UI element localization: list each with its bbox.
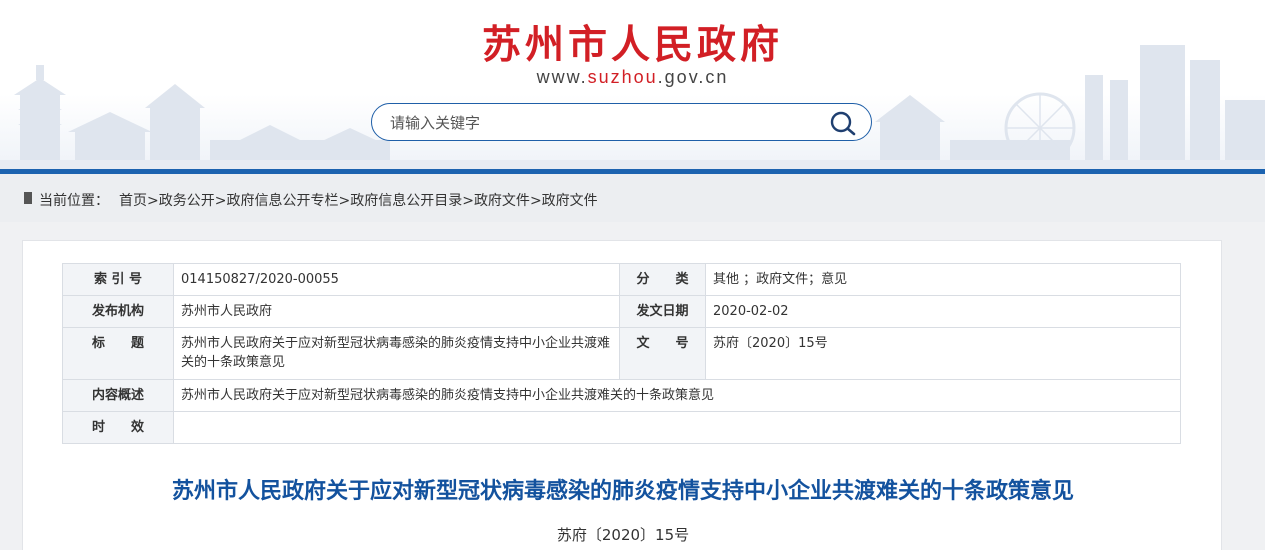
- site-url: www.suzhou.gov.cn: [0, 67, 1265, 88]
- breadcrumb-links: 首页>政务公开>政府信息公开专栏>政府信息公开目录>政府文件>政府文件: [119, 190, 598, 210]
- summary-value: 苏州市人民政府关于应对新型冠状病毒感染的肺炎疫情支持中小企业共渡难关的十条政策意…: [173, 379, 1181, 412]
- location-marker-icon: [24, 192, 32, 204]
- breadcrumb-separator: >: [214, 193, 227, 209]
- breadcrumb-home[interactable]: 首页: [119, 193, 147, 209]
- document-meta-table: 索 引 号 014150827/2020-00055 分 类 其他 ；政府文件；…: [62, 263, 1181, 444]
- docno-value: 苏府〔2020〕15号: [705, 327, 1181, 380]
- category-value: 其他 ；政府文件；意见: [705, 263, 1181, 296]
- docno-label: 文 号: [619, 327, 706, 380]
- document-panel: 索 引 号 014150827/2020-00055 分 类 其他 ；政府文件；…: [22, 240, 1222, 550]
- site-title: 苏州市人民政府: [481, 23, 783, 68]
- index-value: 014150827/2020-00055: [173, 263, 620, 296]
- date-label: 发文日期: [619, 295, 706, 328]
- summary-label: 内容概述: [62, 379, 174, 412]
- table-row: 索 引 号 014150827/2020-00055 分 类 其他 ；政府文件；…: [62, 263, 1181, 296]
- title-label: 标 题: [62, 327, 174, 380]
- site-header: 苏州市人民政府 www.suzhou.gov.cn: [0, 0, 1265, 171]
- table-row: 内容概述 苏州市人民政府关于应对新型冠状病毒感染的肺炎疫情支持中小企业共渡难关的…: [62, 379, 1181, 412]
- breadcrumb-current[interactable]: 政府文件: [542, 193, 598, 209]
- table-row: 标 题 苏州市人民政府关于应对新型冠状病毒感染的肺炎疫情支持中小企业共渡难关的十…: [62, 327, 1181, 380]
- title-value: 苏州市人民政府关于应对新型冠状病毒感染的肺炎疫情支持中小企业共渡难关的十条政策意…: [173, 327, 620, 380]
- breadcrumb-gov-docs[interactable]: 政府文件: [474, 193, 530, 209]
- document-title: 苏州市人民政府关于应对新型冠状病毒感染的肺炎疫情支持中小企业共渡难关的十条政策意…: [171, 479, 1074, 504]
- breadcrumb-separator: >: [338, 193, 351, 209]
- breadcrumb-info-column[interactable]: 政府信息公开专栏: [226, 193, 338, 209]
- breadcrumb-separator: >: [147, 193, 159, 209]
- validity-value: [173, 411, 1181, 444]
- breadcrumb-gov-affairs[interactable]: 政务公开: [159, 193, 215, 209]
- search-input[interactable]: [390, 112, 810, 134]
- date-value: 2020-02-02: [705, 295, 1181, 328]
- search-icon[interactable]: [829, 110, 857, 136]
- breadcrumb: 当前位置： 首页>政务公开>政府信息公开专栏>政府信息公开目录>政府文件>政府文…: [0, 174, 1265, 222]
- table-row: 发布机构 苏州市人民政府 发文日期 2020-02-02: [62, 295, 1181, 328]
- breadcrumb-separator: >: [462, 193, 474, 209]
- site-url-prefix: www.: [536, 67, 588, 87]
- table-row: 时 效: [62, 411, 1181, 444]
- validity-label: 时 效: [62, 411, 174, 444]
- site-url-domain: suzhou: [587, 67, 658, 87]
- category-label: 分 类: [619, 263, 706, 296]
- index-label: 索 引 号: [62, 263, 174, 296]
- breadcrumb-info-catalog[interactable]: 政府信息公开目录: [350, 193, 462, 209]
- search-box: [371, 103, 872, 141]
- document-number: 苏府〔2020〕15号: [556, 526, 690, 544]
- site-url-suffix: .gov.cn: [657, 67, 729, 87]
- issuer-value: 苏州市人民政府: [173, 295, 620, 328]
- breadcrumb-separator: >: [529, 193, 542, 209]
- breadcrumb-label: 当前位置：: [39, 193, 109, 209]
- issuer-label: 发布机构: [62, 295, 174, 328]
